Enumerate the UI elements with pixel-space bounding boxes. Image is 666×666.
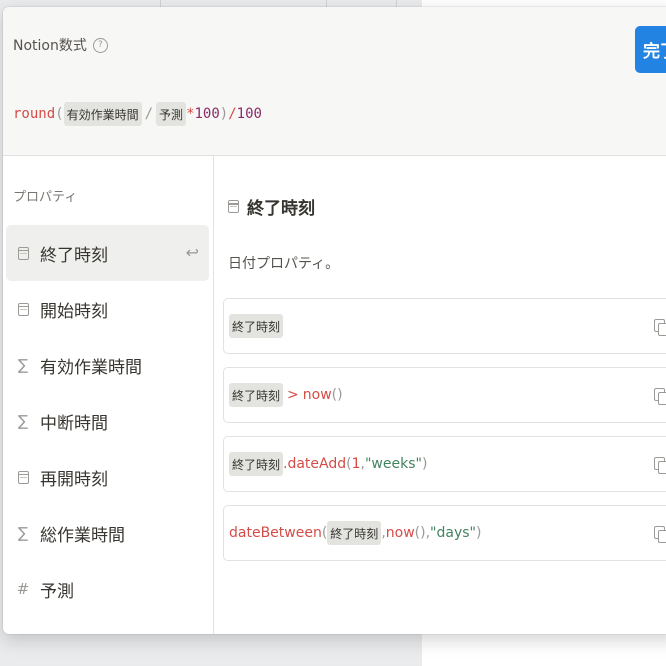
sidebar-item-total-work-time[interactable]: ∑ 総作業時間 <box>6 505 209 561</box>
sidebar-item-interruption-time[interactable]: ∑ 中断時間 <box>6 393 209 449</box>
copy-icon[interactable] <box>654 388 666 405</box>
sidebar-heading: プロパティ <box>13 190 78 205</box>
calendar-icon <box>16 302 30 316</box>
formula-number: 100 <box>236 106 262 122</box>
sigma-icon: ∑ <box>17 356 29 374</box>
detail-title: 終了時刻 <box>228 194 315 219</box>
formula-function: now <box>302 387 332 403</box>
formula-editor-modal: Notion数式 ? 完了 round ( 有効作業時間 / 予測 * 100 … <box>3 7 666 634</box>
example-item[interactable]: 終了時刻 > now () <box>223 367 666 423</box>
sidebar-item-label: 予測 <box>40 581 74 602</box>
formula-editor[interactable]: Notion数式 ? 完了 round ( 有効作業時間 / 予測 * 100 … <box>3 7 666 156</box>
formula-operator: / <box>228 106 237 122</box>
example-list: 終了時刻 終了時刻 > now () 終了時刻 .dateAdd ( 1 , "… <box>223 298 666 574</box>
formula-token[interactable]: 有効作業時間 <box>63 102 142 126</box>
sigma-icon: ∑ <box>17 412 29 430</box>
formula-paren: () <box>414 525 426 541</box>
formula-token: 終了時刻 <box>229 452 284 476</box>
example-item[interactable]: 終了時刻 .dateAdd ( 1 , "weeks" ) <box>223 436 666 492</box>
formula-string: "weeks" <box>364 456 422 472</box>
properties-sidebar: プロパティ 終了時刻 ↩ 開始時刻 ∑ 有効作業時間 ∑ 中断時間 再開時刻 ∑… <box>3 156 214 634</box>
sidebar-item-label: 再開時刻 <box>40 469 108 490</box>
property-list: 終了時刻 ↩ 開始時刻 ∑ 有効作業時間 ∑ 中断時間 再開時刻 ∑ 総作業時間… <box>6 225 209 617</box>
formula-paren: () <box>331 387 343 403</box>
formula-paren: ) <box>421 456 428 472</box>
sidebar-item-start-time[interactable]: 開始時刻 <box>6 281 209 337</box>
formula-operator: * <box>186 106 195 122</box>
copy-icon[interactable] <box>654 526 666 543</box>
copy-icon[interactable] <box>654 319 666 336</box>
sidebar-item-label: 開始時刻 <box>40 301 108 322</box>
sidebar-item-resume-time[interactable]: 再開時刻 <box>6 449 209 505</box>
hash-icon: # <box>16 580 30 598</box>
sidebar-item-label: 有効作業時間 <box>40 357 142 378</box>
formula-number: 1 <box>351 456 361 472</box>
detail-title-text: 終了時刻 <box>247 199 315 219</box>
sidebar-item-end-time[interactable]: 終了時刻 ↩ <box>6 225 209 281</box>
formula-operator: > <box>287 387 299 403</box>
sidebar-item-label: 終了時刻 <box>40 245 108 266</box>
formula-number: 100 <box>194 106 220 122</box>
sidebar-item-estimate[interactable]: # 予測 <box>6 561 209 617</box>
example-item[interactable]: dateBetween ( 終了時刻 , now () , "days" ) <box>223 505 666 561</box>
formula-function: dateBetween <box>229 525 322 541</box>
formula-function: now <box>385 525 415 541</box>
formula-operator: / <box>144 106 154 122</box>
formula-string: "days" <box>430 525 476 541</box>
property-detail-panel: 終了時刻 日付プロパティ。 終了時刻 終了時刻 > now () 終了時刻 .d… <box>214 156 666 634</box>
detail-description: 日付プロパティ。 <box>228 256 340 272</box>
formula-function: round <box>13 106 56 122</box>
formula-function: .dateAdd <box>283 456 347 472</box>
formula-token: 終了時刻 <box>229 383 284 407</box>
editor-title-text: Notion数式 <box>13 38 87 54</box>
return-icon: ↩ <box>185 243 199 262</box>
sidebar-item-label: 中断時間 <box>40 413 108 434</box>
formula-paren: ( <box>55 106 64 122</box>
formula-token[interactable]: 予測 <box>156 102 187 126</box>
help-icon[interactable]: ? <box>92 37 108 53</box>
calendar-icon <box>228 200 239 213</box>
formula-paren: ) <box>475 525 482 541</box>
sigma-icon: ∑ <box>17 524 29 542</box>
editor-title: Notion数式 ? <box>13 35 108 55</box>
sidebar-item-label: 総作業時間 <box>40 525 125 546</box>
calendar-icon <box>16 246 30 260</box>
done-button[interactable]: 完了 <box>635 26 666 73</box>
sidebar-item-effective-work-time[interactable]: ∑ 有効作業時間 <box>6 337 209 393</box>
copy-icon[interactable] <box>654 457 666 474</box>
formula-paren: ) <box>219 106 229 122</box>
example-item[interactable]: 終了時刻 <box>223 298 666 354</box>
formula-input[interactable]: round ( 有効作業時間 / 予測 * 100 ) / 100 <box>13 102 262 126</box>
calendar-icon <box>16 470 30 484</box>
formula-token: 終了時刻 <box>229 314 284 338</box>
formula-token: 終了時刻 <box>327 521 382 545</box>
